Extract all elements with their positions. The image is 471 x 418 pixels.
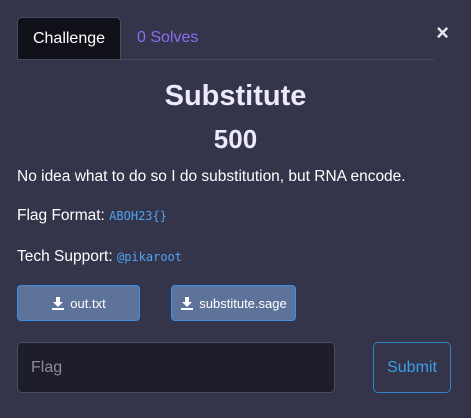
- flag-format-value: ABOH23{}: [109, 209, 167, 223]
- tech-support-line: Tech Support: @pikaroot: [17, 248, 182, 266]
- tab-challenge[interactable]: Challenge: [17, 17, 121, 59]
- submit-button[interactable]: Submit: [373, 342, 451, 393]
- tech-support-label: Tech Support:: [17, 248, 113, 265]
- tech-support-handle[interactable]: @pikaroot: [117, 250, 182, 264]
- download-substitute-sage-button[interactable]: substitute.sage: [171, 285, 296, 321]
- download-out-txt-button[interactable]: out.txt: [17, 285, 140, 321]
- flag-format-line: Flag Format: ABOH23{}: [17, 207, 167, 225]
- flag-input[interactable]: [17, 342, 335, 393]
- flag-format-label: Flag Format:: [17, 207, 105, 224]
- challenge-modal: Challenge 0 Solves × Substitute 500 No i…: [0, 0, 471, 418]
- challenge-title: Substitute: [164, 80, 307, 112]
- file-label: substitute.sage: [199, 295, 287, 311]
- tab-solves[interactable]: 0 Solves: [137, 17, 198, 59]
- close-icon[interactable]: ×: [436, 22, 449, 44]
- tab-bar: Challenge 0 Solves: [17, 17, 434, 60]
- challenge-description: No idea what to do so I do substitution,…: [17, 168, 406, 185]
- challenge-points: 500: [213, 124, 258, 154]
- file-label: out.txt: [70, 295, 106, 311]
- download-icon: [181, 297, 194, 310]
- download-icon: [52, 297, 65, 310]
